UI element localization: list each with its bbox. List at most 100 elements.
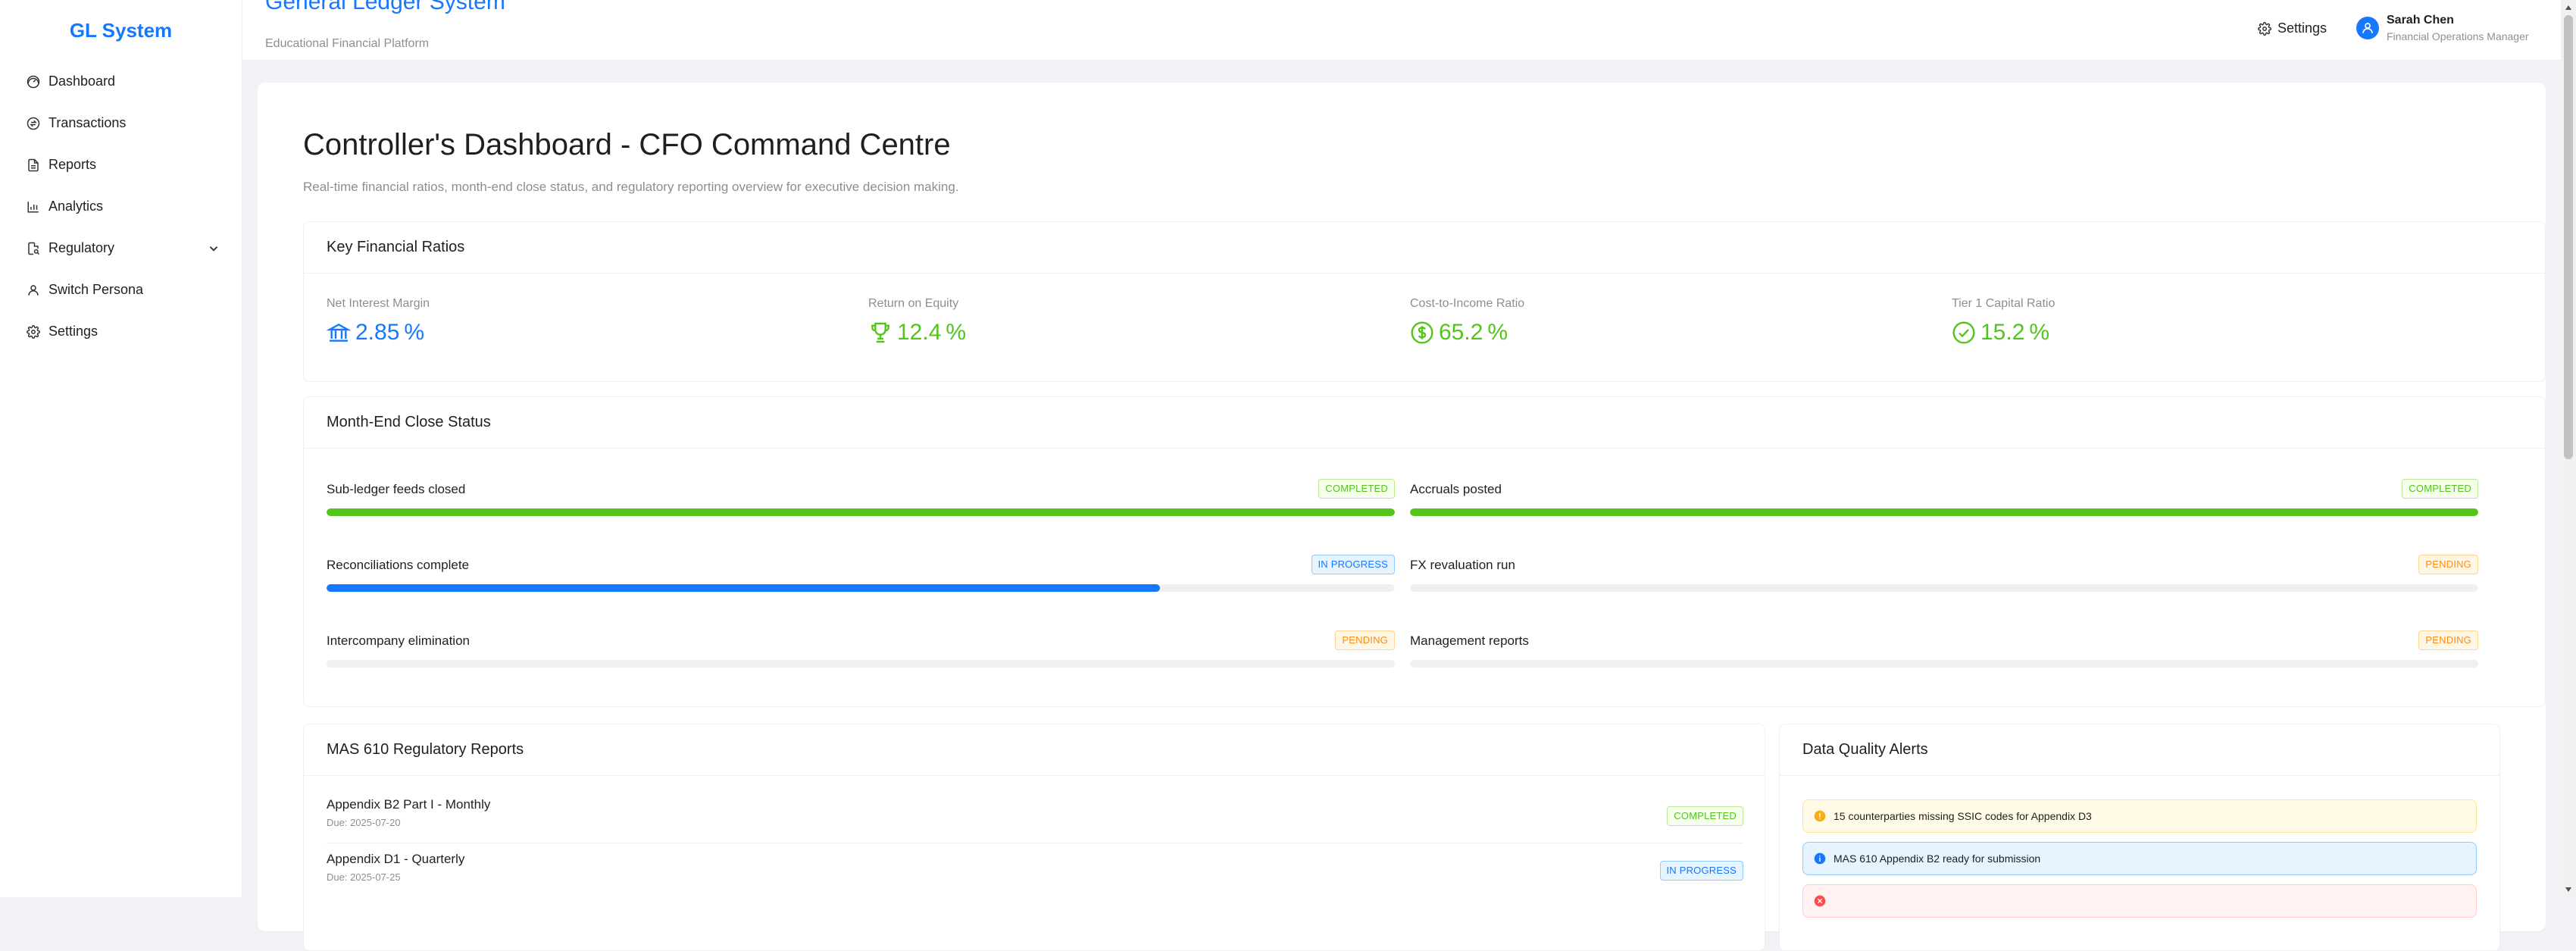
check-circle-icon bbox=[1952, 321, 1975, 344]
status-badge: COMPLETED bbox=[1667, 806, 1743, 826]
page-scrollbar[interactable] bbox=[2561, 0, 2576, 897]
report-item[interactable]: Appendix B2 Part I - Monthly Due: 2025-0… bbox=[327, 797, 1743, 828]
ratio-label: Cost-to-Income Ratio bbox=[1410, 297, 1525, 310]
card-title: Month-End Close Status bbox=[304, 397, 2545, 449]
user-name: Sarah Chen bbox=[2387, 14, 2454, 27]
status-badge: COMPLETED bbox=[2402, 479, 2478, 499]
sidebar-item-label: Transactions bbox=[48, 115, 127, 130]
app-subtitle: Educational Financial Platform bbox=[265, 37, 430, 50]
status-badge: IN PROGRESS bbox=[1311, 555, 1395, 574]
progress-bar bbox=[327, 584, 1395, 592]
transactions-icon bbox=[26, 116, 41, 131]
ratio-label: Return on Equity bbox=[868, 297, 959, 310]
report-name: Appendix D1 - Quarterly bbox=[327, 852, 465, 866]
scroll-down-icon[interactable] bbox=[2561, 882, 2576, 897]
chevron-down-icon[interactable] bbox=[207, 242, 220, 255]
user-menu[interactable]: Sarah Chen Financial Operations Manager bbox=[2356, 12, 2529, 44]
task-label: Intercompany elimination bbox=[327, 633, 470, 648]
sidebar-item-switch-persona[interactable]: Switch Persona bbox=[0, 269, 242, 311]
sidebar-item-label: Settings bbox=[48, 324, 98, 339]
task-label: FX revaluation run bbox=[1410, 558, 1515, 572]
sidebar-item-label: Analytics bbox=[48, 199, 104, 214]
gear-icon bbox=[26, 324, 41, 339]
alert-warning: 15 counterparties missing SSIC codes for… bbox=[1802, 799, 2477, 833]
ratio-return-on-equity: Return on Equity 12.4 % bbox=[868, 297, 966, 346]
alert-text: MAS 610 Appendix B2 ready for submission bbox=[1834, 852, 2041, 865]
file-icon bbox=[26, 158, 41, 173]
ratio-value: 2.85 % bbox=[327, 320, 430, 346]
data-quality-alerts-card: Data Quality Alerts 15 counterparties mi… bbox=[1779, 724, 2500, 951]
exclamation-circle-icon bbox=[1814, 810, 1826, 822]
sidebar-item-label: Reports bbox=[48, 157, 97, 172]
sidebar-item-transactions[interactable]: Transactions bbox=[0, 102, 242, 144]
status-badge: COMPLETED bbox=[1318, 479, 1395, 499]
sidebar: GL System Dashboard Transactions Reports… bbox=[0, 0, 242, 897]
sidebar-item-reports[interactable]: Reports bbox=[0, 144, 242, 186]
dollar-icon bbox=[1411, 321, 1433, 344]
ratio-label: Net Interest Margin bbox=[327, 297, 430, 310]
card-title: Data Quality Alerts bbox=[1780, 724, 2499, 776]
status-badge: IN PROGRESS bbox=[1659, 861, 1743, 881]
page-description: Real-time financial ratios, month-end cl… bbox=[303, 180, 959, 194]
progress-bar bbox=[327, 660, 1395, 668]
progress-bar bbox=[1410, 584, 2478, 592]
report-due-date: Due: 2025-07-25 bbox=[327, 871, 401, 883]
page-title: Controller's Dashboard - CFO Command Cen… bbox=[303, 128, 951, 161]
sidebar-item-label: Regulatory bbox=[48, 240, 115, 255]
status-badge: PENDING bbox=[1335, 630, 1395, 650]
sidebar-item-analytics[interactable]: Analytics bbox=[0, 186, 242, 227]
alert-text: 15 counterparties missing SSIC codes for… bbox=[1834, 810, 2092, 822]
report-name: Appendix B2 Part I - Monthly bbox=[327, 797, 491, 812]
month-end-close-card: Month-End Close Status Sub-ledger feeds … bbox=[303, 396, 2546, 707]
alert-error bbox=[1802, 884, 2477, 918]
ratio-net-interest-margin: Net Interest Margin 2.85 % bbox=[327, 297, 430, 346]
sidebar-item-label: Switch Persona bbox=[48, 282, 144, 297]
ratio-value: 15.2 % bbox=[1952, 320, 2055, 346]
audit-icon bbox=[26, 241, 41, 256]
progress-bar bbox=[327, 508, 1395, 516]
user-icon bbox=[2362, 23, 2373, 33]
app-logo[interactable]: GL System bbox=[0, 0, 242, 61]
ratio-value: 65.2 % bbox=[1410, 320, 1524, 346]
card-title: Key Financial Ratios bbox=[304, 222, 2545, 274]
task-label: Reconciliations complete bbox=[327, 558, 470, 572]
user-role: Financial Operations Manager bbox=[2387, 30, 2529, 42]
sidebar-menu: Dashboard Transactions Reports Analytics… bbox=[0, 61, 242, 352]
sidebar-item-dashboard[interactable]: Dashboard bbox=[0, 61, 242, 102]
task-label: Accruals posted bbox=[1410, 482, 1502, 496]
task-label: Sub-ledger feeds closed bbox=[327, 482, 466, 496]
sidebar-item-label: Dashboard bbox=[48, 74, 116, 89]
status-badge: PENDING bbox=[2418, 555, 2478, 574]
sidebar-item-regulatory[interactable]: Regulatory bbox=[0, 227, 242, 269]
report-due-date: Due: 2025-07-20 bbox=[327, 817, 401, 828]
progress-bar bbox=[1410, 660, 2478, 668]
gear-icon bbox=[2258, 21, 2277, 36]
progress-fill bbox=[327, 584, 1160, 592]
alert-info: MAS 610 Appendix B2 ready for submission bbox=[1802, 842, 2477, 875]
task-label: Management reports bbox=[1410, 633, 1529, 648]
ratio-cost-to-income: Cost-to-Income Ratio 65.2 % bbox=[1410, 297, 1524, 346]
bank-icon bbox=[327, 323, 351, 342]
scrollbar-thumb[interactable] bbox=[2564, 15, 2573, 459]
card-title: MAS 610 Regulatory Reports bbox=[304, 724, 1765, 776]
ratio-label: Tier 1 Capital Ratio bbox=[1952, 297, 2055, 310]
progress-fill bbox=[1410, 508, 2478, 516]
app-title: General Ledger System bbox=[265, 0, 505, 14]
bar-chart-icon bbox=[26, 199, 41, 214]
avatar[interactable] bbox=[2356, 17, 2379, 39]
report-item[interactable]: Appendix D1 - Quarterly Due: 2025-07-25 … bbox=[327, 852, 1743, 883]
status-badge: PENDING bbox=[2418, 630, 2478, 650]
sidebar-item-settings[interactable]: Settings bbox=[0, 311, 242, 352]
main-content: Controller's Dashboard - CFO Command Cen… bbox=[258, 83, 2546, 951]
header-settings-button[interactable]: Settings bbox=[2258, 20, 2327, 36]
key-ratios-card: Key Financial Ratios Net Interest Margin… bbox=[303, 221, 2546, 382]
ratio-tier1-capital: Tier 1 Capital Ratio 15.2 % bbox=[1952, 297, 2055, 346]
close-circle-icon bbox=[1814, 895, 1826, 907]
user-icon bbox=[26, 283, 41, 298]
progress-fill bbox=[327, 508, 1395, 516]
dashboard-icon bbox=[26, 74, 41, 89]
trophy-icon bbox=[871, 322, 889, 343]
ratio-value: 12.4 % bbox=[868, 320, 966, 346]
top-header: General Ledger System Educational Financ… bbox=[242, 0, 2561, 61]
scroll-up-icon[interactable] bbox=[2561, 0, 2576, 15]
